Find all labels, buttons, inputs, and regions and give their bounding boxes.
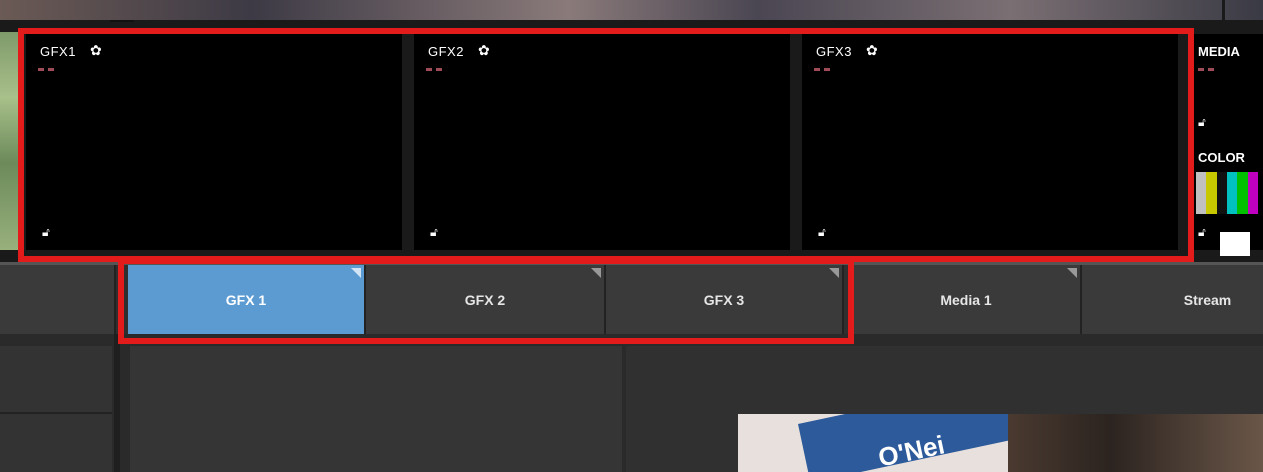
input-row: GFX1 ✿ 🔓︎ GFX2 ✿ 🔓︎ GFX3 ✿ 🔓︎ MEDIA 🔓︎ C… — [0, 22, 1263, 262]
tab-gfx3[interactable]: GFX 3 — [606, 265, 844, 335]
multiview-strip — [0, 0, 1263, 23]
lock-icon[interactable]: 🔓︎ — [818, 226, 826, 238]
preview-image — [1008, 414, 1263, 472]
tab-corner-icon — [829, 268, 839, 278]
tab-gfx1[interactable]: GFX 1 — [128, 265, 366, 335]
gfx1-title: GFX1 — [40, 44, 76, 59]
lock-icon[interactable]: 🔓︎ — [1198, 226, 1206, 238]
tab-corner-icon — [591, 268, 601, 278]
bottom-panel: O'Nei — [0, 334, 1263, 472]
preview-thumbnail[interactable]: O'Nei — [738, 414, 1263, 472]
color-swatch[interactable] — [1220, 232, 1250, 256]
color-bars-thumbnail[interactable] — [1196, 172, 1258, 214]
media-input[interactable]: MEDIA 🔓︎ COLOR 🔓︎ — [1194, 34, 1263, 256]
tab-stream[interactable]: Stream — [1082, 265, 1263, 335]
audio-meter-icon — [426, 68, 442, 74]
tab-label: GFX 1 — [225, 292, 267, 308]
gear-icon[interactable]: ✿ — [478, 42, 490, 59]
media-title: MEDIA — [1198, 44, 1240, 59]
tab-media1[interactable]: Media 1 — [852, 265, 1082, 335]
tab-label: GFX 2 — [464, 292, 506, 308]
tab-corner-icon — [351, 268, 361, 278]
gear-icon[interactable]: ✿ — [866, 42, 878, 59]
side-slot[interactable] — [0, 414, 112, 472]
tab-gfx2[interactable]: GFX 2 — [366, 265, 606, 335]
input-thumbnail[interactable] — [0, 32, 20, 250]
strip-divider — [1222, 0, 1225, 20]
tab-label: Media 1 — [940, 292, 992, 308]
input-tab-row: GFX 1 GFX 2 GFX 3 Media 1 Stream — [0, 262, 1263, 337]
tab-blank[interactable] — [0, 265, 116, 335]
gfx3-input[interactable]: GFX3 ✿ 🔓︎ — [802, 34, 1178, 250]
lock-icon[interactable]: 🔓︎ — [1198, 116, 1206, 128]
gfx2-input[interactable]: GFX2 ✿ 🔓︎ — [414, 34, 790, 250]
lock-icon[interactable]: 🔓︎ — [42, 226, 50, 238]
gfx1-input[interactable]: GFX1 ✿ 🔓︎ — [26, 34, 402, 250]
gfx3-title: GFX3 — [816, 44, 852, 59]
tab-corner-icon — [1067, 268, 1077, 278]
lock-icon[interactable]: 🔓︎ — [430, 226, 438, 238]
panel-divider[interactable] — [114, 334, 120, 472]
gfx2-title: GFX2 — [428, 44, 464, 59]
tab-label: Stream — [1183, 292, 1232, 308]
tab-label: GFX 3 — [703, 292, 745, 308]
audio-meter-icon — [1198, 68, 1214, 74]
audio-meter-icon — [38, 68, 54, 74]
content-area — [130, 346, 622, 472]
color-title: COLOR — [1198, 150, 1245, 165]
gear-icon[interactable]: ✿ — [90, 42, 102, 59]
audio-meter-icon — [814, 68, 830, 74]
side-slot[interactable] — [0, 346, 112, 414]
